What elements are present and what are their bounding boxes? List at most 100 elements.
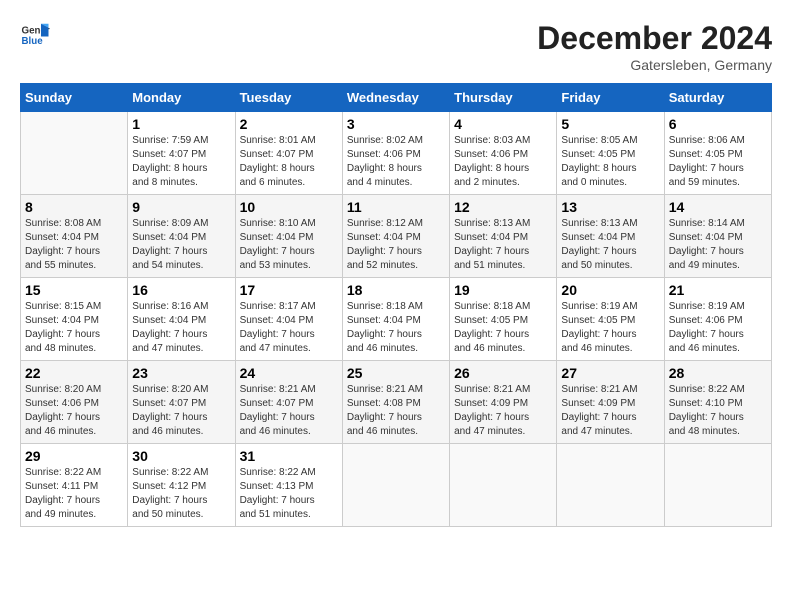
day-info: Sunrise: 8:21 AMSunset: 4:08 PMDaylight:… xyxy=(347,383,445,439)
day-info: Sunrise: 8:05 AMSunset: 4:05 PMDaylight:… xyxy=(561,134,659,190)
day-info: Sunrise: 8:02 AMSunset: 4:06 PMDaylight:… xyxy=(347,134,445,190)
day-number: 17 xyxy=(240,282,338,298)
day-info: Sunrise: 8:06 AMSunset: 4:05 PMDaylight:… xyxy=(669,134,767,190)
title-block: December 2024 Gatersleben, Germany xyxy=(537,20,772,73)
calendar-day-cell xyxy=(664,444,771,527)
logo-icon: General Blue xyxy=(20,20,50,50)
calendar-day-cell: 16Sunrise: 8:16 AMSunset: 4:04 PMDayligh… xyxy=(128,278,235,361)
calendar-day-cell: 18 Sunrise: 8:18 AMSunset: 4:04 PMDayligh… xyxy=(342,278,449,361)
calendar-day-cell: 25 Sunrise: 8:21 AMSunset: 4:08 PMDayligh… xyxy=(342,361,449,444)
day-number: 23 xyxy=(132,365,230,381)
day-info: Sunrise: 7:59 AMSunset: 4:07 PMDaylight:… xyxy=(132,134,230,190)
calendar-day-cell: 12Sunrise: 8:13 AMSunset: 4:04 PMDayligh… xyxy=(450,195,557,278)
calendar-day-cell: 2 Sunrise: 8:01 AMSunset: 4:07 PMDaylight… xyxy=(235,112,342,195)
day-info: Sunrise: 8:20 AMSunset: 4:06 PMDaylight:… xyxy=(25,383,123,439)
day-info: Sunrise: 8:22 AMSunset: 4:12 PMDaylight:… xyxy=(132,466,230,522)
day-of-week-header: Monday xyxy=(128,84,235,112)
day-info: Sunrise: 8:13 AMSunset: 4:04 PMDaylight:… xyxy=(561,217,659,273)
day-info: Sunrise: 8:22 AMSunset: 4:10 PMDaylight:… xyxy=(669,383,767,439)
day-of-week-header: Saturday xyxy=(664,84,771,112)
calendar-week-row: 15 Sunrise: 8:15 AMSunset: 4:04 PMDayligh… xyxy=(21,278,772,361)
day-of-week-header: Tuesday xyxy=(235,84,342,112)
day-info: Sunrise: 8:15 AMSunset: 4:04 PMDaylight:… xyxy=(25,300,123,356)
calendar-day-cell: 20 Sunrise: 8:19 AMSunset: 4:05 PMDayligh… xyxy=(557,278,664,361)
day-info: Sunrise: 8:18 AMSunset: 4:04 PMDaylight:… xyxy=(347,300,445,356)
calendar-day-cell: 24 Sunrise: 8:21 AMSunset: 4:07 PMDayligh… xyxy=(235,361,342,444)
calendar-week-row: 8Sunrise: 8:08 AMSunset: 4:04 PMDaylight… xyxy=(21,195,772,278)
day-number: 19 xyxy=(454,282,552,298)
day-of-week-header: Sunday xyxy=(21,84,128,112)
day-number: 28 xyxy=(669,365,767,381)
day-number: 25 xyxy=(347,365,445,381)
calendar-day-cell: 14Sunrise: 8:14 AMSunset: 4:04 PMDayligh… xyxy=(664,195,771,278)
day-number: 24 xyxy=(240,365,338,381)
day-of-week-header: Wednesday xyxy=(342,84,449,112)
day-number: 8 xyxy=(25,199,123,215)
day-number: 31 xyxy=(240,448,338,464)
calendar-day-cell: 10Sunrise: 8:10 AMSunset: 4:04 PMDayligh… xyxy=(235,195,342,278)
calendar-day-cell: 9Sunrise: 8:09 AMSunset: 4:04 PMDaylight… xyxy=(128,195,235,278)
day-number: 3 xyxy=(347,116,445,132)
calendar-day-cell: 11 Sunrise: 8:12 AMSunset: 4:04 PMDayligh… xyxy=(342,195,449,278)
day-number: 2 xyxy=(240,116,338,132)
calendar-day-cell: 3 Sunrise: 8:02 AMSunset: 4:06 PMDaylight… xyxy=(342,112,449,195)
calendar-day-cell xyxy=(342,444,449,527)
calendar-day-cell: 5Sunrise: 8:05 AMSunset: 4:05 PMDaylight… xyxy=(557,112,664,195)
day-number: 16 xyxy=(132,282,230,298)
day-info: Sunrise: 8:13 AMSunset: 4:04 PMDaylight:… xyxy=(454,217,552,273)
day-number: 4 xyxy=(454,116,552,132)
calendar-day-cell: 15 Sunrise: 8:15 AMSunset: 4:04 PMDayligh… xyxy=(21,278,128,361)
calendar-day-cell xyxy=(557,444,664,527)
day-number: 21 xyxy=(669,282,767,298)
calendar-day-cell: 28 Sunrise: 8:22 AMSunset: 4:10 PMDayligh… xyxy=(664,361,771,444)
day-info: Sunrise: 8:21 AMSunset: 4:07 PMDaylight:… xyxy=(240,383,338,439)
day-of-week-header: Friday xyxy=(557,84,664,112)
day-number: 10 xyxy=(240,199,338,215)
calendar-week-row: 1 Sunrise: 7:59 AMSunset: 4:07 PMDaylight… xyxy=(21,112,772,195)
day-info: Sunrise: 8:21 AMSunset: 4:09 PMDaylight:… xyxy=(454,383,552,439)
day-number: 11 xyxy=(347,199,445,215)
day-info: Sunrise: 8:19 AMSunset: 4:06 PMDaylight:… xyxy=(669,300,767,356)
calendar-day-cell: 8Sunrise: 8:08 AMSunset: 4:04 PMDaylight… xyxy=(21,195,128,278)
day-info: Sunrise: 8:17 AMSunset: 4:04 PMDaylight:… xyxy=(240,300,338,356)
day-number: 29 xyxy=(25,448,123,464)
day-number: 6 xyxy=(669,116,767,132)
calendar-week-row: 22Sunrise: 8:20 AMSunset: 4:06 PMDayligh… xyxy=(21,361,772,444)
day-number: 13 xyxy=(561,199,659,215)
calendar-day-cell: 13 Sunrise: 8:13 AMSunset: 4:04 PMDayligh… xyxy=(557,195,664,278)
calendar-day-cell: 17 Sunrise: 8:17 AMSunset: 4:04 PMDayligh… xyxy=(235,278,342,361)
month-title: December 2024 xyxy=(537,20,772,57)
day-info: Sunrise: 8:19 AMSunset: 4:05 PMDaylight:… xyxy=(561,300,659,356)
calendar-day-cell: 31 Sunrise: 8:22 AMSunset: 4:13 PMDayligh… xyxy=(235,444,342,527)
day-number: 14 xyxy=(669,199,767,215)
day-number: 30 xyxy=(132,448,230,464)
calendar-day-cell: 23 Sunrise: 8:20 AMSunset: 4:07 PMDayligh… xyxy=(128,361,235,444)
header-row: SundayMondayTuesdayWednesdayThursdayFrid… xyxy=(21,84,772,112)
calendar-table: SundayMondayTuesdayWednesdayThursdayFrid… xyxy=(20,83,772,527)
day-info: Sunrise: 8:20 AMSunset: 4:07 PMDaylight:… xyxy=(132,383,230,439)
day-number: 1 xyxy=(132,116,230,132)
day-info: Sunrise: 8:01 AMSunset: 4:07 PMDaylight:… xyxy=(240,134,338,190)
day-number: 9 xyxy=(132,199,230,215)
day-info: Sunrise: 8:22 AMSunset: 4:13 PMDaylight:… xyxy=(240,466,338,522)
svg-text:Blue: Blue xyxy=(22,36,44,47)
calendar-week-row: 29Sunrise: 8:22 AMSunset: 4:11 PMDayligh… xyxy=(21,444,772,527)
calendar-day-cell: 6 Sunrise: 8:06 AMSunset: 4:05 PMDaylight… xyxy=(664,112,771,195)
calendar-day-cell: 26Sunrise: 8:21 AMSunset: 4:09 PMDayligh… xyxy=(450,361,557,444)
day-info: Sunrise: 8:12 AMSunset: 4:04 PMDaylight:… xyxy=(347,217,445,273)
calendar-day-cell: 21 Sunrise: 8:19 AMSunset: 4:06 PMDayligh… xyxy=(664,278,771,361)
calendar-day-cell: 1 Sunrise: 7:59 AMSunset: 4:07 PMDaylight… xyxy=(128,112,235,195)
location-subtitle: Gatersleben, Germany xyxy=(537,57,772,73)
logo: General Blue xyxy=(20,20,50,50)
calendar-day-cell: 4Sunrise: 8:03 AMSunset: 4:06 PMDaylight… xyxy=(450,112,557,195)
calendar-day-cell xyxy=(450,444,557,527)
day-number: 18 xyxy=(347,282,445,298)
calendar-day-cell: 27Sunrise: 8:21 AMSunset: 4:09 PMDayligh… xyxy=(557,361,664,444)
day-number: 15 xyxy=(25,282,123,298)
calendar-day-cell: 19Sunrise: 8:18 AMSunset: 4:05 PMDayligh… xyxy=(450,278,557,361)
day-number: 20 xyxy=(561,282,659,298)
calendar-body: 1 Sunrise: 7:59 AMSunset: 4:07 PMDaylight… xyxy=(21,112,772,527)
calendar-header: SundayMondayTuesdayWednesdayThursdayFrid… xyxy=(21,84,772,112)
day-of-week-header: Thursday xyxy=(450,84,557,112)
calendar-day-cell: 29Sunrise: 8:22 AMSunset: 4:11 PMDayligh… xyxy=(21,444,128,527)
